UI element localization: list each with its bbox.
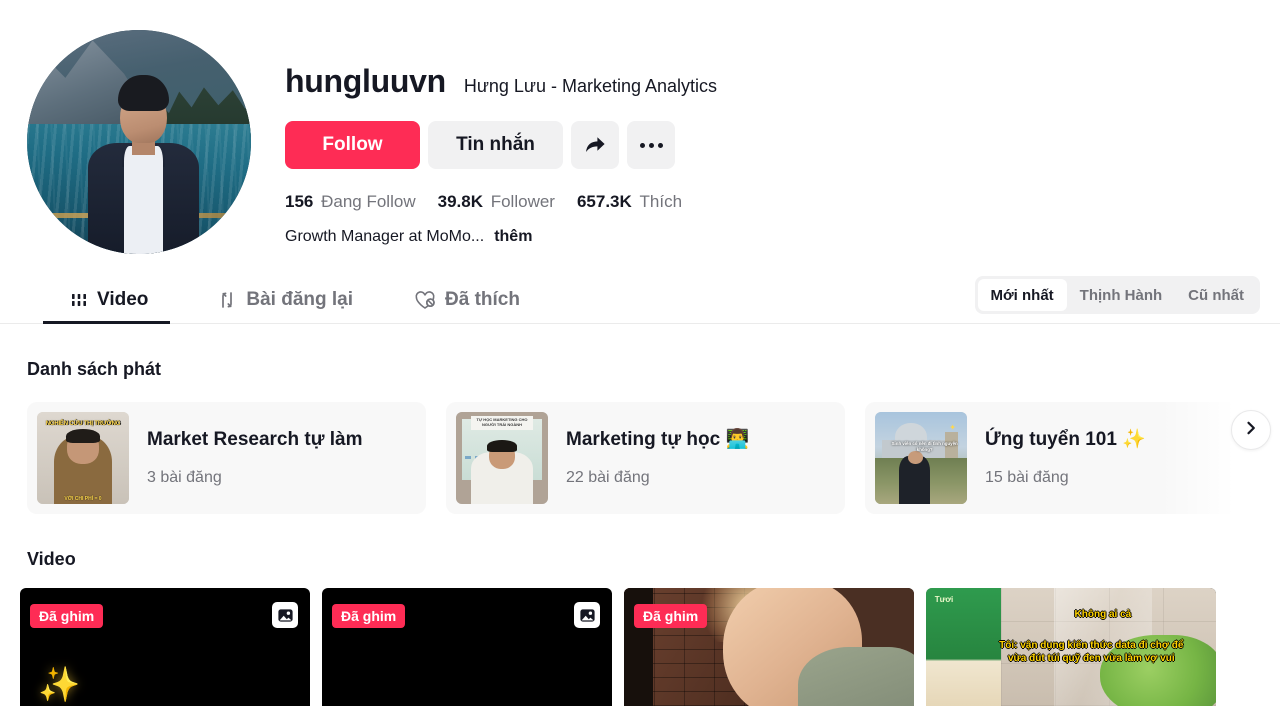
chevron-right-icon: [1243, 420, 1259, 441]
playlist-text: Market Research tự làm 3 bài đăng: [147, 428, 362, 488]
playlist-text: Ứng tuyển 101 ✨ 15 bài đăng: [985, 428, 1146, 488]
video-thumbnail: Đã ghim: [322, 588, 612, 706]
avatar[interactable]: [27, 30, 251, 254]
followers-label: Follower: [490, 192, 555, 211]
playlist-post-count: 3 bài đăng: [147, 469, 222, 486]
video-card[interactable]: Tươi Không ai cả Tôi: vận dụng kiến thức…: [926, 588, 1216, 706]
sparkle-overlay-icon: ✨: [38, 666, 81, 704]
follow-button[interactable]: Follow: [285, 121, 420, 169]
profile-username: hungluuvn: [285, 63, 446, 99]
tab-reposts[interactable]: Bài đăng lại: [186, 277, 383, 323]
heart-slash-icon: [413, 289, 437, 311]
followers-count: 39.8K: [437, 192, 483, 211]
pinned-badge: Đã ghim: [634, 604, 708, 628]
photo-stack-icon: [272, 602, 298, 628]
likes-count: 657.3K: [576, 192, 632, 211]
tab-reposts-label: Bài đăng lại: [246, 289, 354, 310]
playlist-thumb-caption: NGHIÊN CỨU THỊ TRƯỜNG: [45, 421, 121, 428]
video-caption-top: Không ai cả: [1074, 609, 1132, 621]
playlist-title: Ứng tuyển 101 ✨: [985, 429, 1146, 450]
sort-toggle-group: Mới nhất Thịnh Hành Cũ nhất: [974, 276, 1260, 314]
playlist-card[interactable]: ✦ Sinh viên có nên đi tình nguyện không?…: [865, 402, 1264, 514]
profile-stats: 156 Đang Follow 39.8K Follower 657.3K Th…: [285, 191, 717, 213]
sparkle-icon: ✦: [949, 423, 956, 433]
more-options-icon: [639, 142, 663, 148]
playlist-title: Marketing tự học 👨‍💻: [566, 429, 750, 450]
playlist-post-count: 15 bài đăng: [985, 469, 1069, 486]
videos-section-title: Video: [27, 549, 76, 569]
video-thumbnail-art: Tươi Không ai cả Tôi: vận dụng kiến thức…: [926, 588, 1216, 706]
playlist-text: Marketing tự học 👨‍💻 22 bài đăng: [566, 428, 749, 488]
video-thumbnail: Đã ghim ✨: [20, 588, 310, 706]
playlists-next-button[interactable]: [1231, 410, 1271, 450]
share-button[interactable]: [571, 121, 619, 169]
sort-option-popular[interactable]: Thịnh Hành: [1067, 279, 1176, 311]
sort-option-oldest[interactable]: Cũ nhất: [1175, 279, 1257, 311]
video-grid-icon: [69, 290, 89, 310]
sort-option-newest[interactable]: Mới nhất: [977, 279, 1067, 311]
profile-bio-row: Growth Manager at MoMo... thêm: [285, 226, 717, 248]
pinned-badge: Đã ghim: [30, 604, 104, 628]
tab-video[interactable]: Video: [27, 277, 186, 324]
profile-header: hungluuvn Hưng Lưu - Marketing Analytics…: [0, 0, 1280, 254]
playlist-thumb-caption: Sinh viên có nên đi tình nguyện không?: [891, 441, 958, 452]
bio-expand-link[interactable]: thêm: [494, 226, 532, 248]
playlists-section-title: Danh sách phát: [27, 359, 162, 379]
playlist-thumb-caption: TỰ HỌC MARKETING CHO NGƯỜI TRÁI NGÀNH: [470, 415, 534, 431]
following-count: 156: [285, 192, 314, 211]
photo-stack-icon: [574, 602, 600, 628]
stat-likes: 657.3K Thích: [577, 191, 682, 213]
profile-display-name: Hưng Lưu - Marketing Analytics: [463, 76, 718, 96]
video-caption-body: Tôi: vận dụng kiến thức data đi chợ để v…: [999, 639, 1184, 664]
stat-followers[interactable]: 39.8K Follower: [438, 191, 555, 213]
stat-following[interactable]: 156 Đang Follow: [285, 191, 416, 213]
repost-arrows-icon: [216, 289, 238, 311]
more-options-button[interactable]: [627, 121, 675, 169]
following-label: Đang Follow: [321, 192, 416, 211]
playlist-thumbnail: NGHIÊN CỨU THỊ TRƯỜNG VỚI CHI PHÍ = 0: [37, 412, 129, 504]
playlist-post-count: 22 bài đăng: [566, 469, 650, 486]
pinned-badge: Đã ghim: [332, 604, 406, 628]
name-row: hungluuvn Hưng Lưu - Marketing Analytics: [285, 62, 717, 100]
playlist-card[interactable]: TỰ HỌC MARKETING CHO NGƯỜI TRÁI NGÀNH Ma…: [446, 402, 845, 514]
video-card[interactable]: Đã ghim: [624, 588, 914, 706]
tab-liked-label: Đã thích: [445, 289, 520, 310]
video-grid: Đã ghim ✨ Đã ghim Đã ghim Tươi Không ai …: [0, 570, 1280, 706]
profile-info: hungluuvn Hưng Lưu - Marketing Analytics…: [251, 30, 717, 254]
profile-bio: Growth Manager at MoMo...: [285, 228, 485, 245]
likes-label: Thích: [639, 192, 683, 211]
avatar-photo: [27, 30, 251, 254]
playlist-title: Market Research tự làm: [147, 429, 363, 450]
playlist-thumbnail: ✦ Sinh viên có nên đi tình nguyện không?: [875, 412, 967, 504]
video-card[interactable]: Đã ghim: [322, 588, 612, 706]
video-card[interactable]: Đã ghim ✨: [20, 588, 310, 706]
playlist-card[interactable]: NGHIÊN CỨU THỊ TRƯỜNG VỚI CHI PHÍ = 0 Ma…: [27, 402, 426, 514]
tab-video-label: Video: [97, 289, 149, 310]
video-thumbnail: Tươi Không ai cả Tôi: vận dụng kiến thức…: [926, 588, 1216, 706]
profile-tabs: Video Bài đăng lại Đã thích Mới nhất Thị…: [0, 276, 1280, 324]
profile-page: hungluuvn Hưng Lưu - Marketing Analytics…: [0, 0, 1280, 718]
video-thumbnail: Đã ghim: [624, 588, 914, 706]
tab-liked[interactable]: Đã thích: [383, 277, 550, 323]
playlists-carousel: NGHIÊN CỨU THỊ TRƯỜNG VỚI CHI PHÍ = 0 Ma…: [0, 380, 1280, 514]
playlist-thumb-caption-bottom: VỚI CHI PHÍ = 0: [64, 496, 102, 503]
profile-actions: Follow Tin nhắn: [285, 121, 717, 169]
message-button[interactable]: Tin nhắn: [428, 121, 563, 169]
share-arrow-icon: [583, 132, 607, 159]
playlist-thumbnail: TỰ HỌC MARKETING CHO NGƯỜI TRÁI NGÀNH: [456, 412, 548, 504]
